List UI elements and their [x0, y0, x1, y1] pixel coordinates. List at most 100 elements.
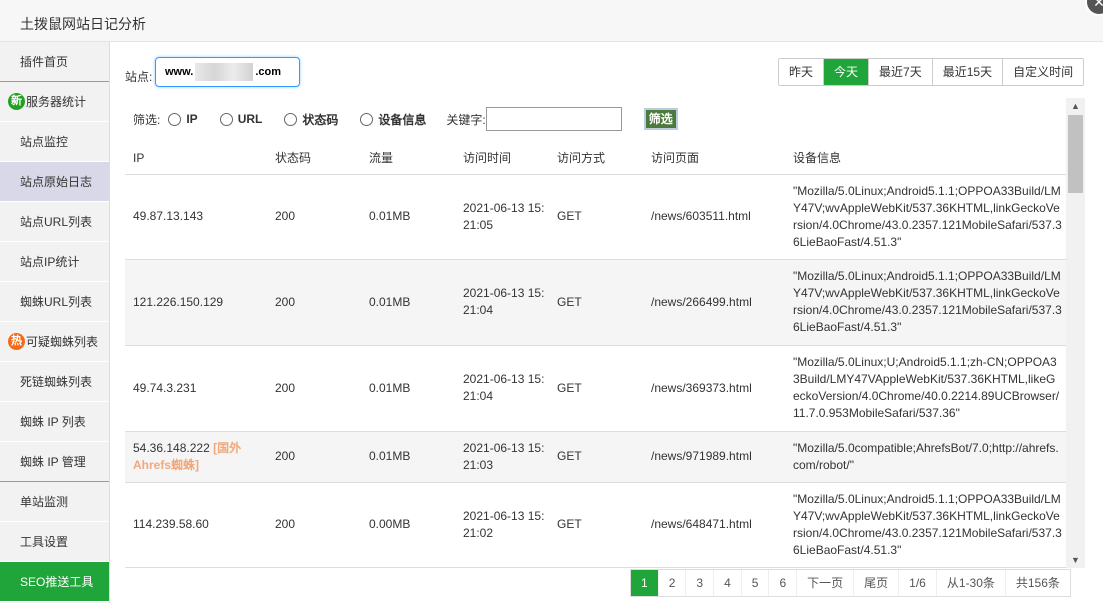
cell-ip: 114.239.58.60	[125, 482, 267, 568]
window-title: 土拨鼠网站日记分析	[20, 16, 146, 32]
site-name-blurred	[195, 63, 254, 82]
last-page-button[interactable]: 尾页	[854, 570, 900, 596]
table-row[interactable]: 49.87.13.143 200 0.01MB 2021-06-13 15:21:05…	[125, 174, 1068, 260]
scroll-down-arrow-icon[interactable]: ▼	[1066, 552, 1085, 568]
next-page-button[interactable]: 下一页	[797, 570, 855, 596]
date-range-button-0[interactable]: 昨天	[779, 59, 825, 85]
total-count: 共156条	[1005, 570, 1070, 596]
scroll-up-arrow-icon[interactable]: ▲	[1066, 98, 1085, 114]
main-panel: 站点: www. .com 昨天 今天 最近7天 最近15天 自定义时间 筛选: IP UR…	[111, 42, 1103, 603]
cell-method: GET	[549, 345, 643, 432]
pagination: 1 2 3 4 5 6 下一页 尾页 1/6 从1-30条 共156条	[630, 569, 1071, 597]
sidebar-item-label: 工具设置	[20, 535, 69, 549]
cell-time: 2021-06-13 15:21:02	[455, 482, 549, 568]
cell-ip: 54.36.148.222 [国外Ahrefs蜘蛛]	[125, 431, 267, 483]
table-scrollbar[interactable]: ▲ ▼	[1066, 98, 1085, 568]
sidebar-item-label: 插件首页	[20, 55, 69, 69]
filter-option-label: IP	[186, 112, 198, 126]
sidebar-item-label: 蜘蛛URL列表	[20, 295, 93, 309]
cell-status: 200	[267, 259, 361, 346]
cell-traffic: 0.01MB	[361, 259, 455, 346]
sidebar-item-12[interactable]: 工具设置	[0, 522, 109, 562]
date-range-button-1[interactable]: 今天	[824, 59, 870, 85]
radio-icon[interactable]	[360, 112, 374, 126]
keyword-input[interactable]	[485, 107, 622, 131]
date-range-button-4[interactable]: 自定义时间	[1003, 59, 1084, 85]
page-button-1[interactable]: 1	[631, 570, 659, 596]
cell-status: 200	[267, 345, 361, 432]
sidebar-item-13[interactable]: SEO推送工具	[0, 562, 109, 602]
table-row[interactable]: 121.226.150.129 200 0.01MB 2021-06-13 15:21…	[125, 259, 1068, 346]
keyword-label: 关键字:	[446, 112, 486, 127]
radio-icon[interactable]	[168, 112, 182, 126]
filter-option-label: URL	[237, 112, 263, 126]
sidebar-item-label: 服务器统计	[26, 95, 87, 109]
sidebar-item-11[interactable]: 单站监测	[0, 482, 109, 522]
sidebar-item-label: 站点监控	[20, 135, 69, 149]
date-range-button-3[interactable]: 最近15天	[932, 59, 1004, 85]
sidebar-item-label: 蜘蛛 IP 列表	[20, 415, 86, 429]
sidebar-item-7[interactable]: 热可疑蜘蛛列表	[0, 322, 109, 362]
sidebar-item-10[interactable]: 蜘蛛 IP 管理	[0, 442, 109, 482]
column-header-2: 流量	[361, 142, 455, 175]
filter-bar: 筛选: IP URL 状态码 设备信息 关键字: 筛选	[133, 107, 678, 131]
cell-method: GET	[549, 259, 643, 346]
cell-ip: 49.87.13.143	[125, 174, 267, 260]
cell-ua: "Mozilla/5.0Linux;Android5.1.1;OPPOA33Bu…	[785, 482, 1068, 568]
log-table: IP 状态码 流量 访问时间 访问方式 访问页面 设备信息 49.87.13.143 200 0…	[125, 142, 1068, 568]
filter-option-2[interactable]: 状态码	[284, 111, 338, 128]
table-row[interactable]: 54.36.148.222 [国外Ahrefs蜘蛛] 200 0.01MB 2021-…	[125, 431, 1068, 483]
filter-option-0[interactable]: IP	[168, 111, 198, 128]
date-range-buttons: 昨天 今天 最近7天 最近15天 自定义时间	[778, 58, 1085, 86]
scroll-thumb[interactable]	[1068, 115, 1083, 193]
log-table-container: IP 状态码 流量 访问时间 访问方式 访问页面 设备信息 49.87.13.143 200 0…	[125, 142, 1086, 568]
cell-method: GET	[549, 431, 643, 483]
page-button-5[interactable]: 5	[741, 570, 770, 596]
cell-method: GET	[549, 482, 643, 568]
cell-page: /news/648471.html	[643, 482, 785, 568]
site-label: 站点:	[125, 70, 153, 84]
cell-status: 200	[267, 431, 361, 483]
title-bar: 土拨鼠网站日记分析	[0, 0, 1103, 42]
sidebar-item-5[interactable]: 站点IP统计	[0, 242, 109, 282]
page-button-4[interactable]: 4	[714, 570, 742, 596]
filter-button[interactable]: 筛选	[643, 108, 678, 130]
sidebar-item-3[interactable]: 站点原始日志	[0, 162, 109, 202]
hot-badge-icon: 热	[8, 333, 25, 350]
column-header-4: 访问方式	[549, 142, 643, 175]
cell-page: /news/266499.html	[643, 259, 785, 346]
site-select[interactable]: www. .com	[155, 57, 300, 87]
page-info: 1/6	[899, 570, 937, 596]
date-range-button-2[interactable]: 最近7天	[869, 59, 933, 85]
cell-ip-value: 54.36.148.222	[133, 440, 210, 455]
cell-traffic: 0.01MB	[361, 345, 455, 432]
cell-ua: "Mozilla/5.0Linux;Android5.1.1;OPPOA33Bu…	[785, 259, 1068, 346]
cell-method: GET	[549, 174, 643, 260]
sidebar-item-label: 站点URL列表	[20, 215, 93, 229]
cell-time: 2021-06-13 15:21:04	[455, 345, 549, 432]
page-button-3[interactable]: 3	[686, 570, 715, 596]
page-button-6[interactable]: 6	[769, 570, 798, 596]
sidebar-item-1[interactable]: 新服务器统计	[0, 82, 109, 122]
table-row[interactable]: 49.74.3.231 200 0.01MB 2021-06-13 15:21:04 G…	[125, 345, 1068, 432]
sidebar-item-label: SEO推送工具	[20, 575, 94, 589]
cell-page: /news/369373.html	[643, 345, 785, 432]
radio-icon[interactable]	[284, 112, 298, 126]
sidebar-item-4[interactable]: 站点URL列表	[0, 202, 109, 242]
filter-option-1[interactable]: URL	[219, 111, 263, 128]
radio-icon[interactable]	[219, 112, 233, 126]
column-header-3: 访问时间	[455, 142, 549, 175]
sidebar-item-label: 蜘蛛 IP 管理	[20, 455, 86, 469]
table-row[interactable]: 114.239.58.60 200 0.00MB 2021-06-13 15:21:0…	[125, 482, 1068, 568]
sidebar-item-2[interactable]: 站点监控	[0, 122, 109, 162]
sidebar-item-6[interactable]: 蜘蛛URL列表	[0, 282, 109, 322]
cell-page: /news/971989.html	[643, 431, 785, 483]
sidebar-item-9[interactable]: 蜘蛛 IP 列表	[0, 402, 109, 442]
filter-option-label: 设备信息	[378, 112, 427, 127]
site-value-suffix: .com	[255, 66, 282, 78]
column-header-5: 访问页面	[643, 142, 785, 175]
sidebar-item-8[interactable]: 死链蜘蛛列表	[0, 362, 109, 402]
page-button-2[interactable]: 2	[658, 570, 687, 596]
sidebar-item-0[interactable]: 插件首页	[0, 42, 109, 82]
filter-option-3[interactable]: 设备信息	[360, 111, 426, 128]
